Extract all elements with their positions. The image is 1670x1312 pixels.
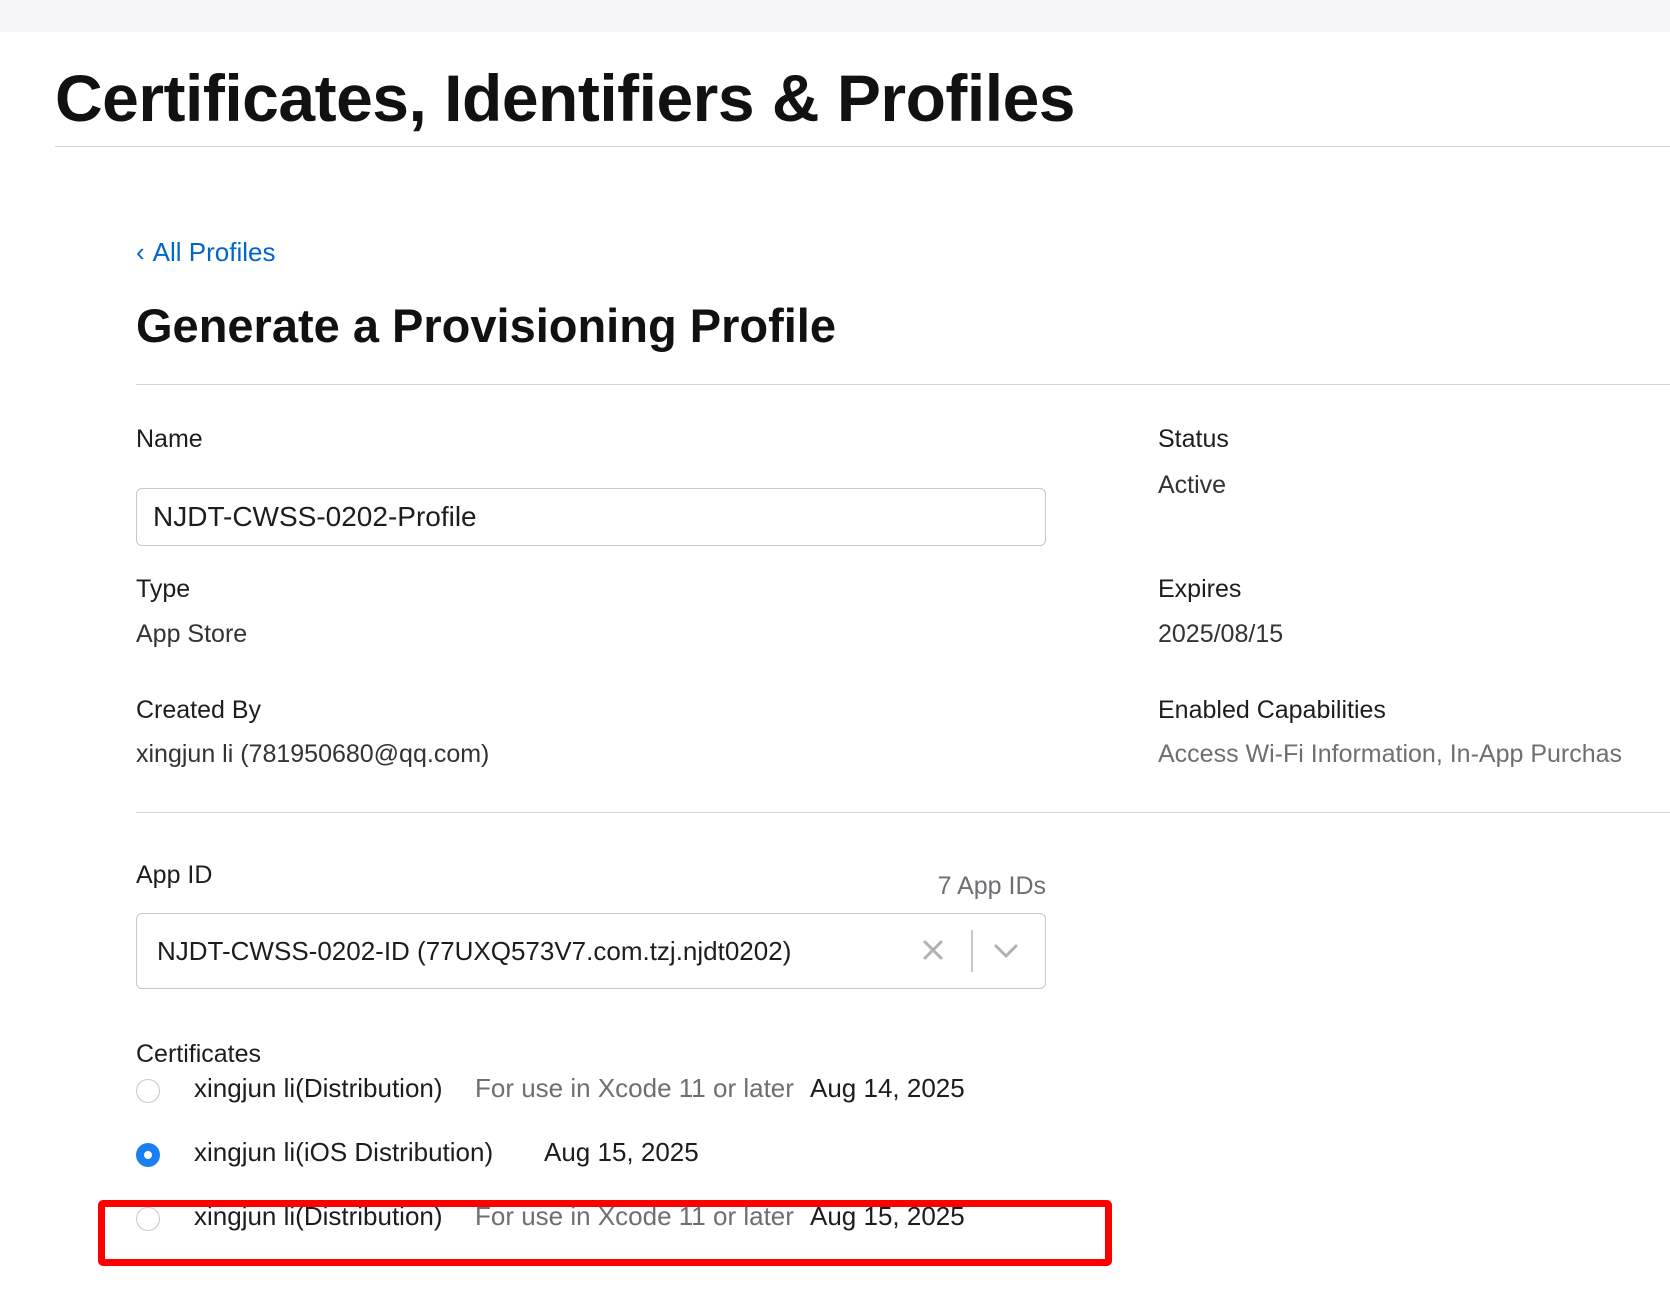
capabilities-label: Enabled Capabilities [1158,696,1386,724]
section-title: Generate a Provisioning Profile [136,299,836,352]
certificate-radio[interactable] [136,1207,160,1231]
page-title: Certificates, Identifiers & Profiles [55,61,1076,135]
app-id-count: 7 App IDs [937,872,1046,900]
app-id-label: App ID [136,861,213,889]
certificate-radio[interactable] [136,1079,160,1103]
expires-value: 2025/08/15 [1158,620,1284,648]
created-by-value: xingjun li (781950680@qq.com) [136,740,490,768]
certificate-note: For use in Xcode 11 or later [475,1073,794,1103]
chevron-left-icon: ‹ [136,237,145,267]
status-value: Active [1158,471,1227,499]
type-label: Type [136,575,191,603]
header-divider [55,146,1670,147]
created-by-label: Created By [136,696,262,724]
certificate-name: xingjun li(Distribution) [194,1201,443,1231]
certificate-name: xingjun li(Distribution) [194,1073,443,1103]
certificate-radio-selected[interactable] [136,1143,160,1167]
chevron-down-icon[interactable] [989,936,1023,966]
status-label: Status [1158,425,1229,453]
back-link-label: All Profiles [152,237,276,267]
name-label: Name [136,425,203,453]
certificate-note: For use in Xcode 11 or later [475,1201,794,1231]
expires-label: Expires [1158,575,1242,603]
select-separator [971,930,973,972]
certificate-date: Aug 14, 2025 [810,1073,965,1103]
certificate-name: xingjun li(iOS Distribution) [194,1137,494,1167]
certificate-date: Aug 15, 2025 [810,1201,965,1231]
certificate-date: Aug 15, 2025 [544,1137,699,1167]
profile-name-input[interactable] [136,488,1046,546]
capabilities-value: Access Wi-Fi Information, In-App Purchas [1158,740,1623,768]
top-bar [0,0,1670,32]
type-value: App Store [136,620,248,648]
details-divider [136,812,1670,813]
section-divider [136,384,1670,385]
app-id-selected-value: NJDT-CWSS-0202-ID (77UXQ573V7.com.tzj.nj… [157,936,792,966]
certificates-label: Certificates [136,1040,262,1068]
back-to-all-profiles-link[interactable]: ‹ All Profiles [136,237,276,268]
close-icon[interactable] [917,934,949,966]
app-id-select[interactable]: NJDT-CWSS-0202-ID (77UXQ573V7.com.tzj.nj… [136,913,1046,989]
